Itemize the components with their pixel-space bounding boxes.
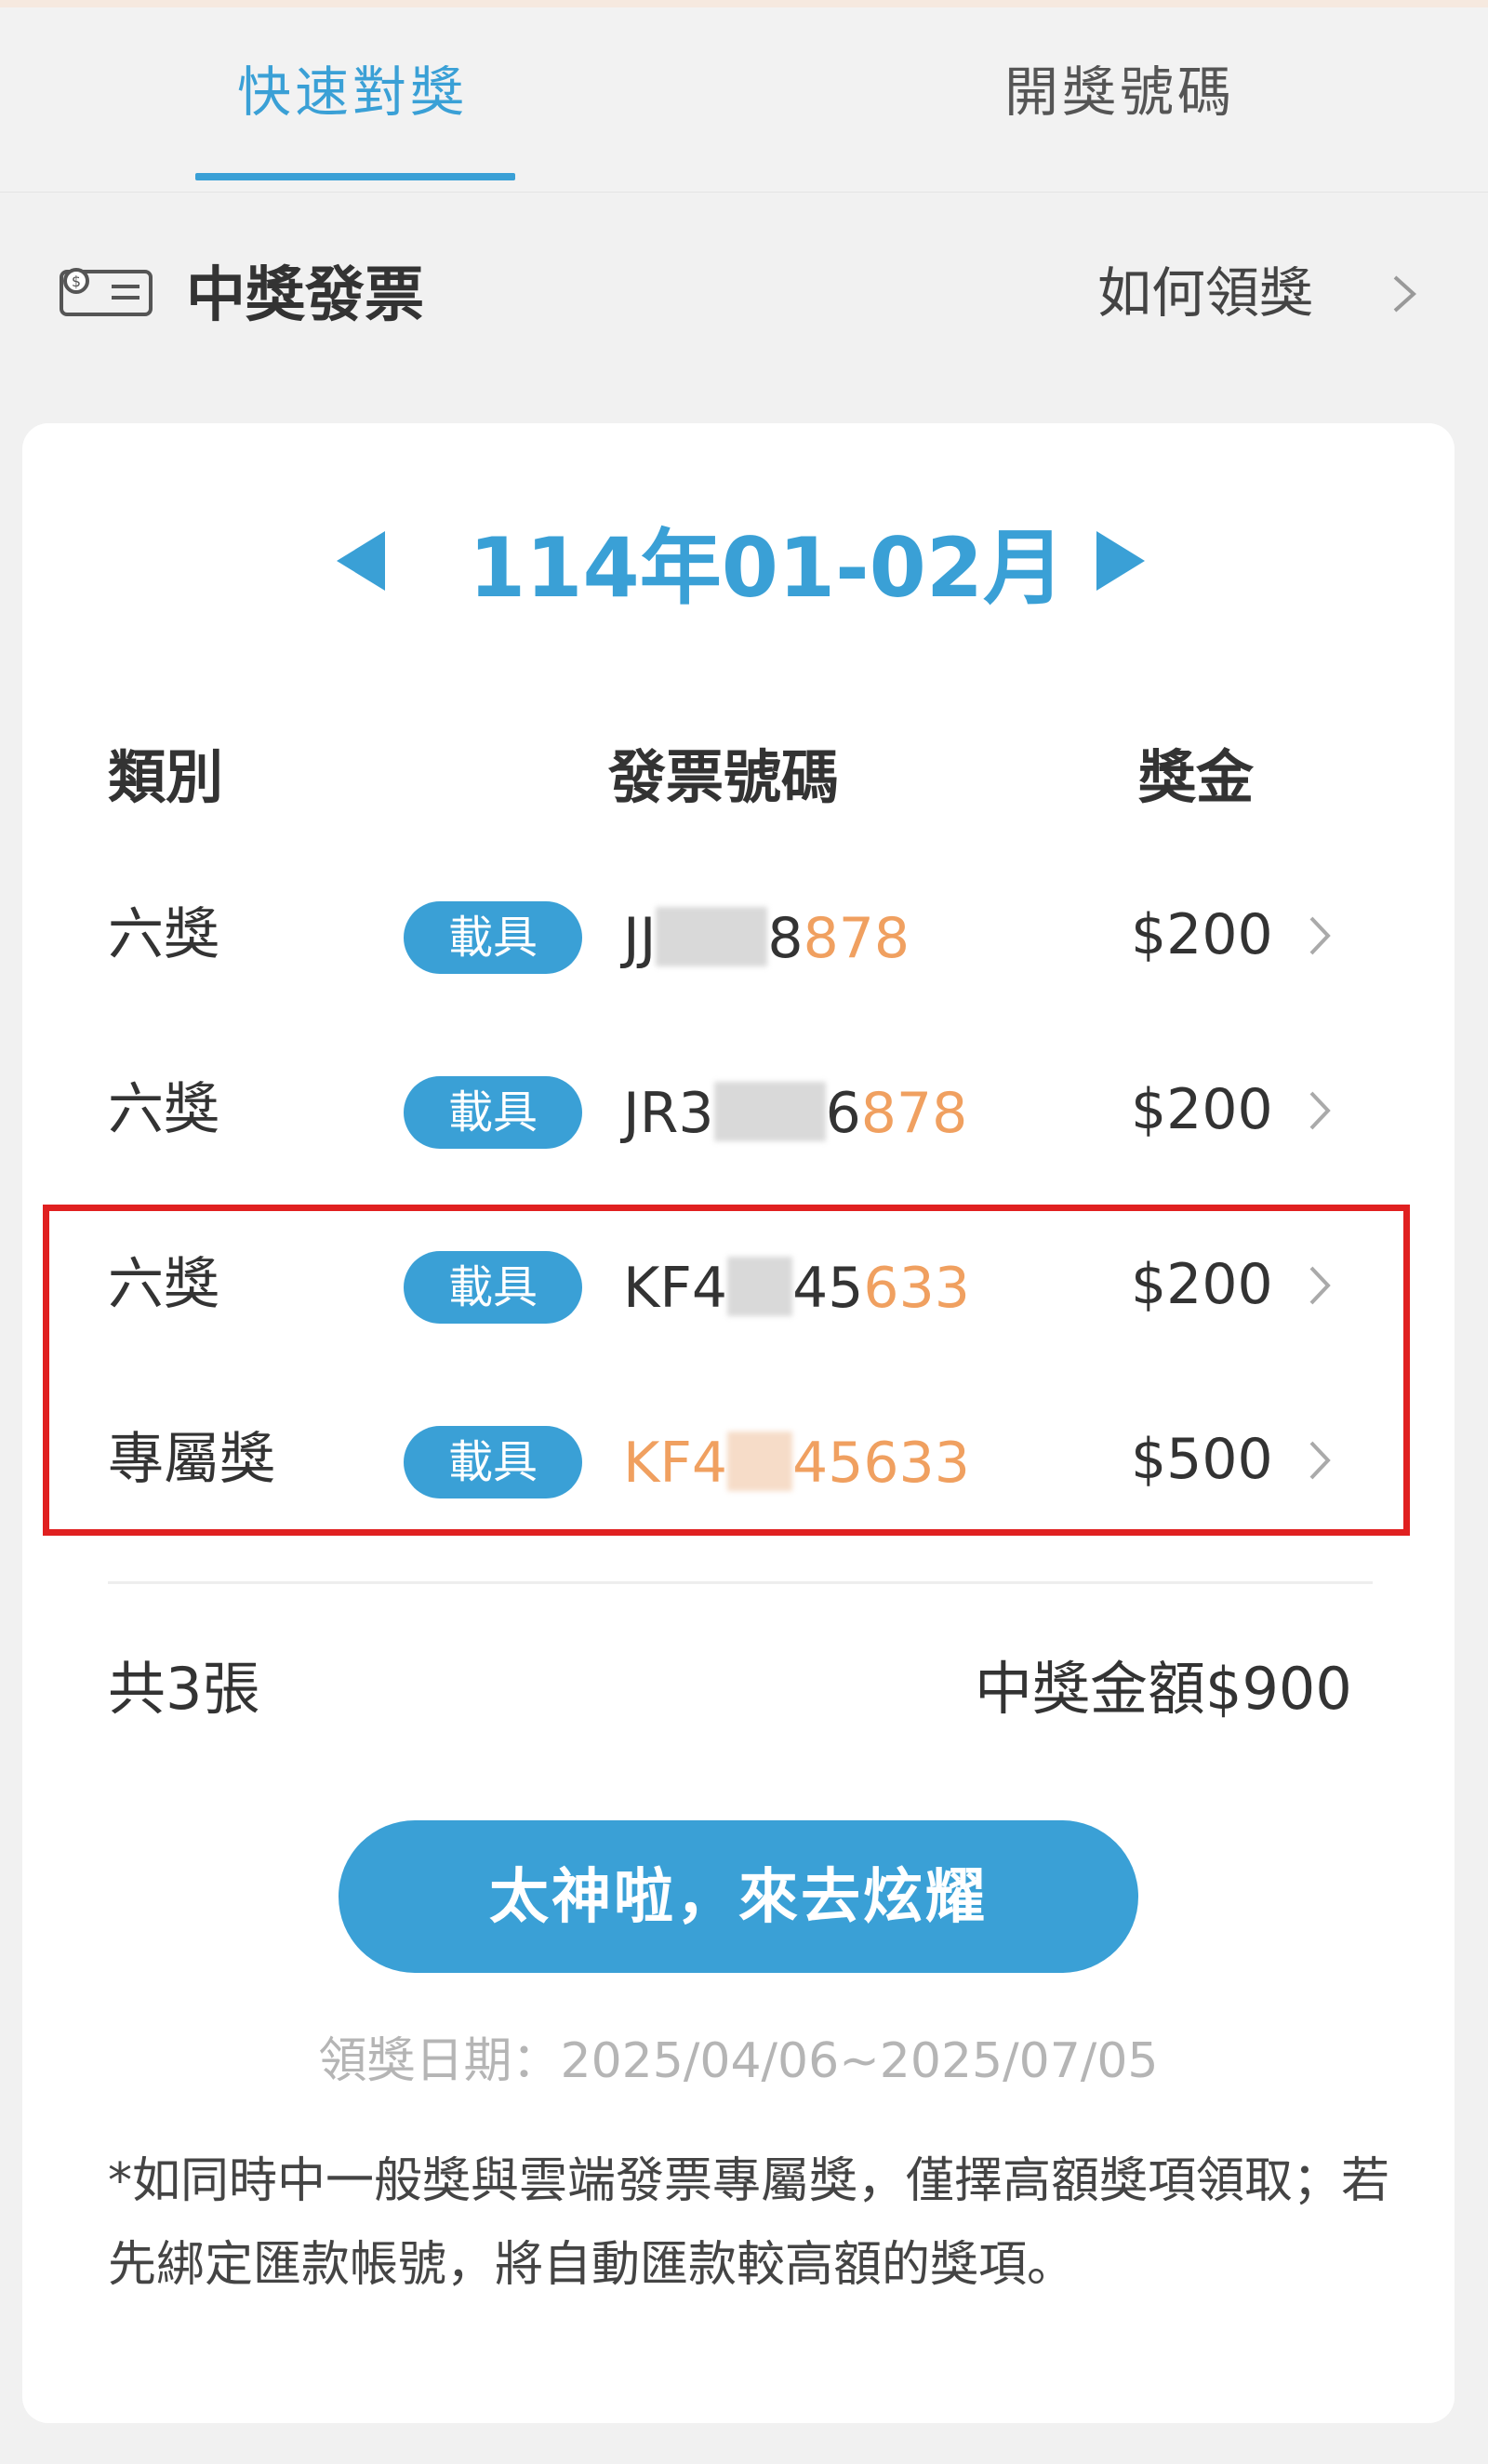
previous-period-icon[interactable]	[329, 524, 394, 598]
period-label: 114年01-02月	[469, 520, 1066, 616]
invoice-count: 共3張	[108, 1655, 260, 1723]
row-category: 六獎	[108, 1077, 219, 1142]
claim-date-range: 領獎日期：2025/04/06~2025/07/05	[318, 2033, 1159, 2089]
active-tab-indicator	[195, 173, 515, 180]
prize-amount: $200	[1131, 1077, 1273, 1142]
redacted-digits	[656, 907, 768, 966]
carrier-badge: 載具	[404, 901, 582, 974]
ticket-icon: $	[60, 268, 153, 316]
share-brag-button[interactable]: 太神啦，來去炫耀	[339, 1820, 1138, 1973]
row-category: 六獎	[108, 902, 219, 967]
invoice-winning-digits: 878	[860, 1081, 968, 1146]
invoice-number: JJ 8878	[623, 907, 910, 966]
chevron-right-icon[interactable]	[1386, 266, 1423, 322]
invoice-winning-digits: 878	[803, 906, 910, 971]
divider	[108, 1581, 1373, 1584]
chevron-right-icon[interactable]	[1304, 909, 1335, 963]
top-tab-bar: 快速對獎 開獎號碼	[0, 0, 1488, 193]
prize-card: 114年01-02月 類別 發票號碼 獎金 六獎 載具 JJ 8878 $200 …	[22, 423, 1455, 2423]
column-header-prize: 獎金	[1138, 743, 1255, 811]
how-to-claim-link[interactable]: 如何領獎	[1097, 266, 1313, 320]
section-header: $ 中獎發票 如何領獎	[0, 220, 1488, 368]
table-row[interactable]: 六獎 載具 JJ 8878 $200	[22, 860, 1455, 1035]
invoice-number: JR3 6878	[623, 1082, 967, 1141]
carrier-badge: 載具	[404, 1076, 582, 1149]
top-edge	[0, 0, 1488, 7]
invoice-prefix: JR3	[623, 1081, 714, 1146]
invoice-mid: 6	[825, 1081, 861, 1146]
tab-quick-check[interactable]: 快速對獎	[237, 65, 468, 119]
column-header-invoice-number: 發票號碼	[608, 743, 840, 811]
column-header-category: 類別	[108, 743, 224, 811]
svg-text:$: $	[72, 273, 81, 290]
prize-amount: $200	[1131, 902, 1273, 967]
invoice-prefix: JJ	[623, 906, 657, 971]
claim-note: *如同時中一般獎與雲端發票專屬獎，僅擇高額獎項領取；若先綁定匯款帳號，將自動匯款…	[108, 2153, 1390, 2293]
tab-winning-numbers[interactable]: 開獎號碼	[1004, 65, 1235, 119]
table-row[interactable]: 六獎 載具 JR3 6878 $200	[22, 1035, 1455, 1210]
chevron-right-icon[interactable]	[1304, 1084, 1335, 1138]
redacted-digits	[713, 1082, 826, 1141]
next-period-icon[interactable]	[1087, 524, 1152, 598]
section-title: 中獎發票	[186, 261, 424, 330]
total-prize-amount: 中獎金額$900	[975, 1655, 1352, 1723]
highlight-annotation-box	[43, 1205, 1410, 1536]
invoice-mid: 8	[767, 906, 804, 971]
